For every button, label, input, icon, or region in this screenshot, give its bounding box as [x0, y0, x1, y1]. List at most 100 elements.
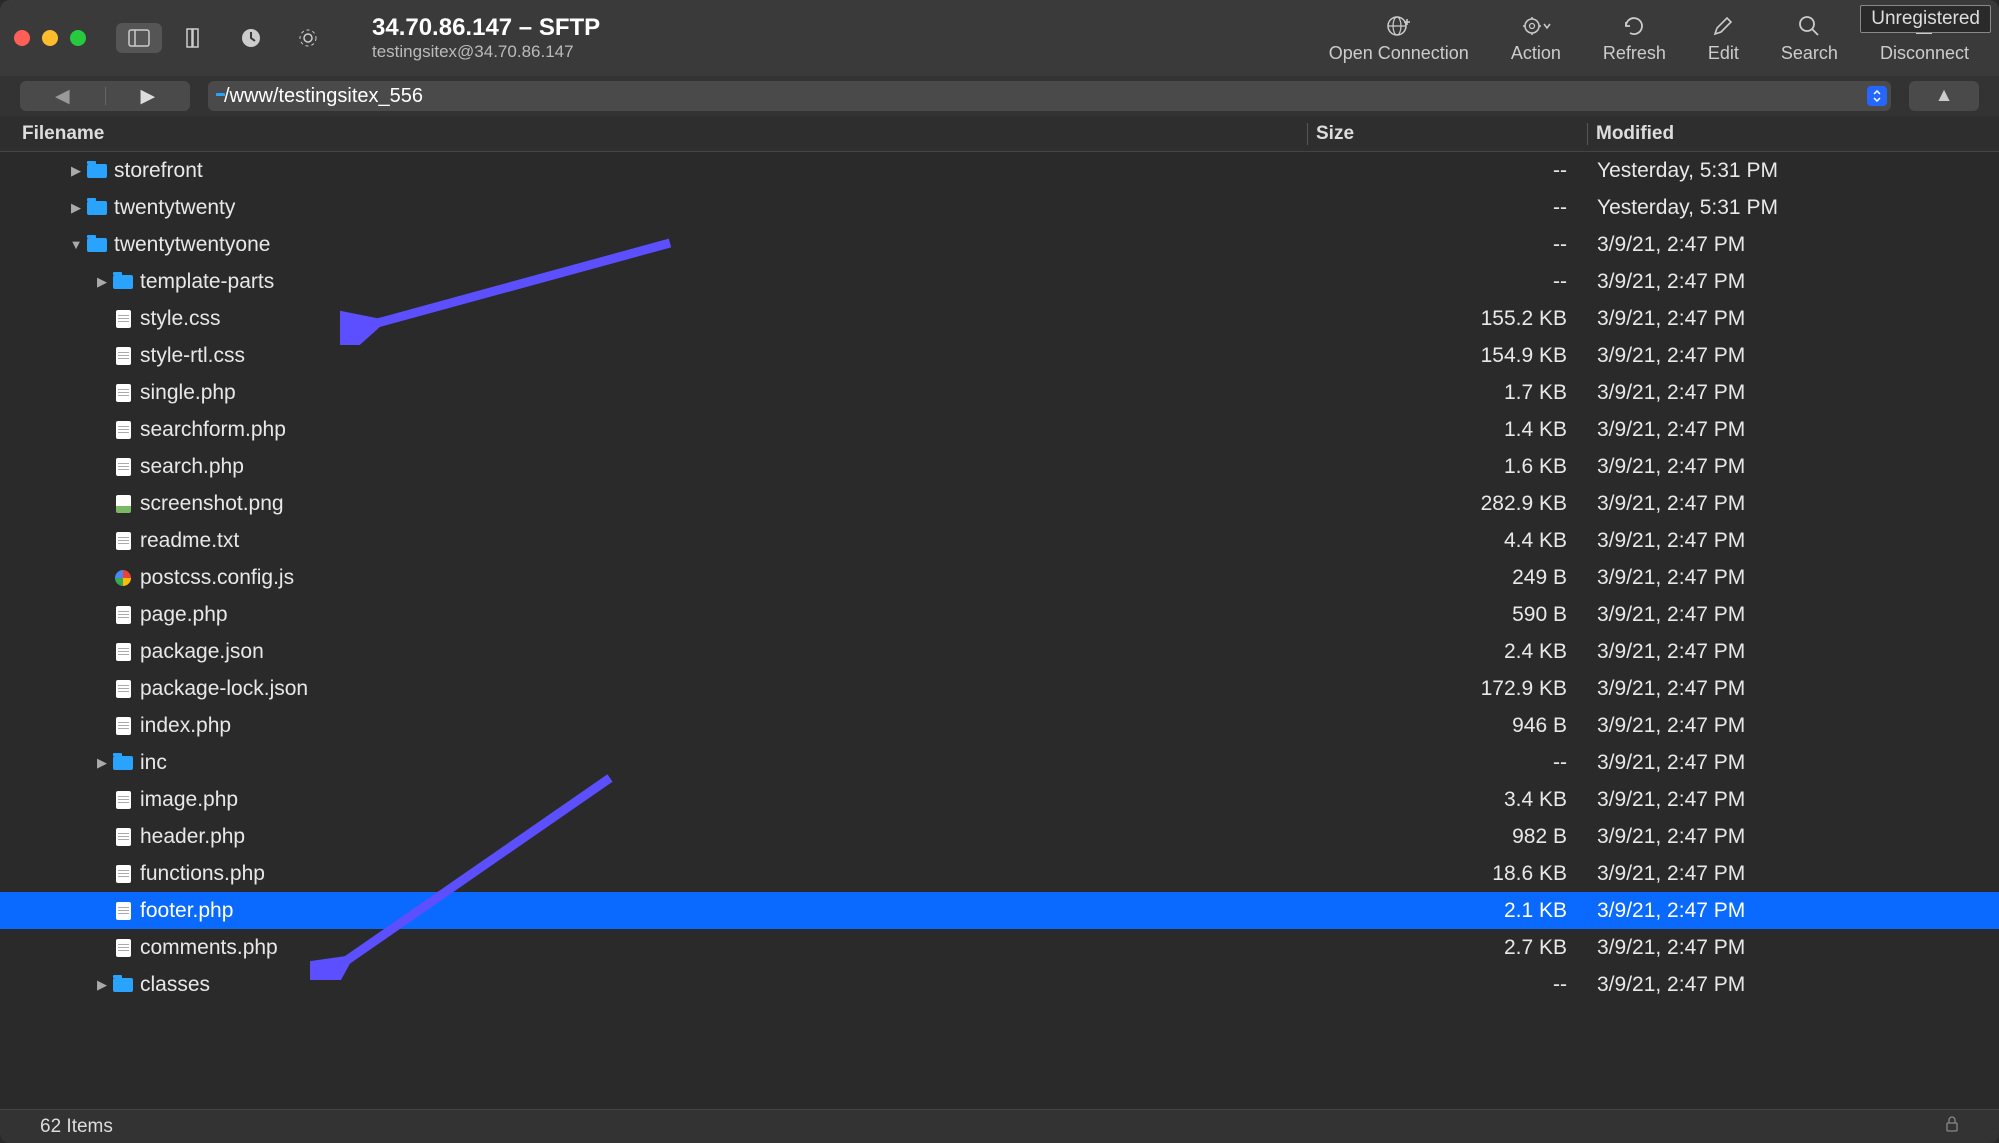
file-modified: 3/9/21, 2:47 PM: [1587, 640, 1979, 664]
file-size: 1.6 KB: [1307, 455, 1587, 479]
file-row[interactable]: postcss.config.js249 B3/9/21, 2:47 PM: [0, 559, 1999, 596]
folder-row[interactable]: ▶template-parts--3/9/21, 2:47 PM: [0, 263, 1999, 300]
disclosure-triangle[interactable]: ▶: [92, 274, 112, 290]
disclosure-triangle[interactable]: ▼: [66, 237, 86, 252]
file-size: 155.2 KB: [1307, 307, 1587, 331]
path-bar: ◀ ▶ /www/testingsitex_556 ▲: [0, 76, 1999, 116]
file-size: --: [1307, 196, 1587, 220]
file-list[interactable]: ▶storefront--Yesterday, 5:31 PM▶twentytw…: [0, 152, 1999, 1109]
disclosure-triangle[interactable]: ▶: [92, 755, 112, 771]
file-modified: 3/9/21, 2:47 PM: [1587, 381, 1979, 405]
file-size: 590 B: [1307, 603, 1587, 627]
js-file-icon: [112, 570, 134, 586]
document-file-icon: [112, 865, 134, 883]
file-modified: 3/9/21, 2:47 PM: [1587, 455, 1979, 479]
folder-row[interactable]: ▶classes--3/9/21, 2:47 PM: [0, 966, 1999, 1003]
go-up-button[interactable]: ▲: [1909, 81, 1979, 111]
file-name: package-lock.json: [140, 677, 308, 701]
file-modified: 3/9/21, 2:47 PM: [1587, 270, 1979, 294]
document-file-icon: [112, 680, 134, 698]
file-row[interactable]: searchform.php1.4 KB3/9/21, 2:47 PM: [0, 411, 1999, 448]
document-file-icon: [112, 347, 134, 365]
edit-label: Edit: [1708, 43, 1739, 64]
document-file-icon: [112, 384, 134, 402]
refresh-icon: [1622, 12, 1646, 40]
path-dropdown-icon[interactable]: [1867, 86, 1887, 106]
file-name: classes: [140, 973, 210, 997]
close-window-button[interactable]: [14, 30, 30, 46]
file-modified: 3/9/21, 2:47 PM: [1587, 825, 1979, 849]
column-modified[interactable]: Modified: [1587, 123, 1979, 145]
file-row[interactable]: page.php590 B3/9/21, 2:47 PM: [0, 596, 1999, 633]
disclosure-triangle[interactable]: ▶: [92, 977, 112, 993]
image-file-icon: [112, 495, 134, 513]
file-modified: 3/9/21, 2:47 PM: [1587, 603, 1979, 627]
file-size: 154.9 KB: [1307, 344, 1587, 368]
file-modified: 3/9/21, 2:47 PM: [1587, 677, 1979, 701]
file-size: --: [1307, 159, 1587, 183]
file-name: single.php: [140, 381, 236, 405]
file-name: comments.php: [140, 936, 278, 960]
nav-back-button[interactable]: ◀: [20, 85, 105, 108]
file-row[interactable]: style.css155.2 KB3/9/21, 2:47 PM: [0, 300, 1999, 337]
disclosure-triangle[interactable]: ▶: [66, 163, 86, 179]
file-row[interactable]: screenshot.png282.9 KB3/9/21, 2:47 PM: [0, 485, 1999, 522]
file-name: twentytwentyone: [114, 233, 270, 257]
file-modified: 3/9/21, 2:47 PM: [1587, 418, 1979, 442]
refresh-button[interactable]: Refresh: [1587, 12, 1682, 64]
globe-plus-icon: [1385, 12, 1413, 40]
document-file-icon: [112, 643, 134, 661]
unregistered-badge: Unregistered: [1860, 5, 1991, 33]
bookmarks-icon[interactable]: [172, 21, 218, 55]
file-size: 18.6 KB: [1307, 862, 1587, 886]
document-file-icon: [112, 717, 134, 735]
file-row[interactable]: single.php1.7 KB3/9/21, 2:47 PM: [0, 374, 1999, 411]
disclosure-triangle[interactable]: ▶: [66, 200, 86, 216]
file-row[interactable]: package-lock.json172.9 KB3/9/21, 2:47 PM: [0, 670, 1999, 707]
column-filename[interactable]: Filename: [0, 123, 1307, 145]
folder-row[interactable]: ▼twentytwentyone--3/9/21, 2:47 PM: [0, 226, 1999, 263]
file-row[interactable]: package.json2.4 KB3/9/21, 2:47 PM: [0, 633, 1999, 670]
folder-row[interactable]: ▶inc--3/9/21, 2:47 PM: [0, 744, 1999, 781]
document-file-icon: [112, 939, 134, 957]
refresh-label: Refresh: [1603, 43, 1666, 64]
folder-icon: [112, 756, 134, 770]
document-file-icon: [112, 606, 134, 624]
file-row[interactable]: comments.php2.7 KB3/9/21, 2:47 PM: [0, 929, 1999, 966]
open-connection-button[interactable]: Open Connection: [1313, 12, 1485, 64]
file-name: search.php: [140, 455, 244, 479]
file-row[interactable]: search.php 1.6 KB3/9/21, 2:47 PM: [0, 448, 1999, 485]
file-name: image.php: [140, 788, 238, 812]
bonjour-icon[interactable]: [284, 20, 332, 56]
file-row[interactable]: footer.php2.1 KB3/9/21, 2:47 PM: [0, 892, 1999, 929]
folder-row[interactable]: ▶storefront--Yesterday, 5:31 PM: [0, 152, 1999, 189]
file-row[interactable]: image.php3.4 KB3/9/21, 2:47 PM: [0, 781, 1999, 818]
file-modified: 3/9/21, 2:47 PM: [1587, 492, 1979, 516]
file-modified: 3/9/21, 2:47 PM: [1587, 344, 1979, 368]
folder-row[interactable]: ▶twentytwenty--Yesterday, 5:31 PM: [0, 189, 1999, 226]
path-combobox[interactable]: /www/testingsitex_556: [208, 81, 1891, 111]
action-button[interactable]: Action: [1495, 12, 1577, 64]
search-button[interactable]: Search: [1765, 12, 1854, 64]
file-name: functions.php: [140, 862, 265, 886]
file-modified: 3/9/21, 2:47 PM: [1587, 788, 1979, 812]
history-icon[interactable]: [228, 21, 274, 55]
document-file-icon: [112, 421, 134, 439]
file-row[interactable]: header.php982 B3/9/21, 2:47 PM: [0, 818, 1999, 855]
minimize-window-button[interactable]: [42, 30, 58, 46]
sidebar-toggle-button[interactable]: [116, 23, 162, 53]
zoom-window-button[interactable]: [70, 30, 86, 46]
column-size[interactable]: Size: [1307, 123, 1587, 145]
file-row[interactable]: functions.php18.6 KB3/9/21, 2:47 PM: [0, 855, 1999, 892]
file-name: searchform.php: [140, 418, 286, 442]
file-row[interactable]: index.php946 B3/9/21, 2:47 PM: [0, 707, 1999, 744]
status-bar: 62 Items: [0, 1109, 1999, 1143]
file-modified: 3/9/21, 2:47 PM: [1587, 233, 1979, 257]
file-row[interactable]: style-rtl.css 154.9 KB3/9/21, 2:47 PM: [0, 337, 1999, 374]
file-modified: 3/9/21, 2:47 PM: [1587, 973, 1979, 997]
nav-forward-button[interactable]: ▶: [106, 85, 191, 108]
edit-button[interactable]: Edit: [1692, 12, 1755, 64]
file-name: style-rtl.css: [140, 344, 245, 368]
file-row[interactable]: readme.txt4.4 KB3/9/21, 2:47 PM: [0, 522, 1999, 559]
file-modified: 3/9/21, 2:47 PM: [1587, 307, 1979, 331]
